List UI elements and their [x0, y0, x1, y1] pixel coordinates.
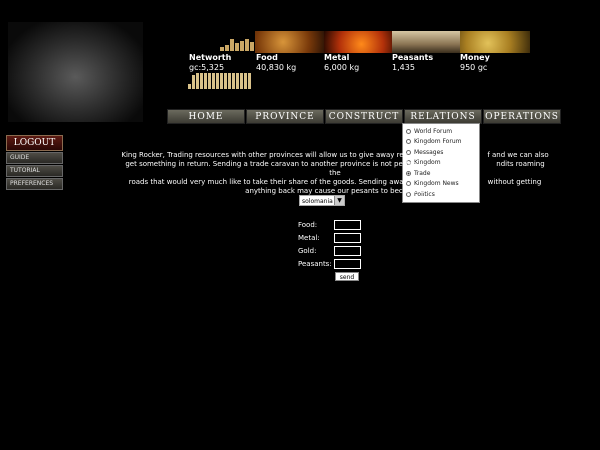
stat-money: Money 950 gc: [460, 53, 490, 73]
nav-home[interactable]: HOME: [167, 109, 245, 124]
gold-input[interactable]: [334, 246, 361, 256]
peasants-label: Peasants:: [298, 260, 332, 268]
nav-relations[interactable]: RELATIONS: [404, 109, 482, 124]
nav-construct[interactable]: CONSTRUCT: [325, 109, 403, 124]
msg-line: roads that would very much like to take …: [128, 178, 408, 186]
guide-link[interactable]: GUIDE: [6, 152, 63, 164]
msg-line: anything back may cause our pesants to b…: [245, 187, 425, 195]
radio-icon: [406, 139, 411, 145]
msg-line: get something in return. Sending a trade…: [125, 160, 417, 168]
province-select[interactable]: solomania ▼: [299, 195, 345, 206]
stat-metal: Metal 6,000 kg: [324, 53, 359, 73]
stat-money-value: 950 gc: [460, 63, 488, 72]
header-wagon-image: [8, 22, 143, 122]
metal-label: Metal:: [298, 234, 320, 242]
food-image: [255, 31, 325, 53]
stat-food-label: Food: [256, 53, 278, 62]
dropdown-kingdom-forum[interactable]: Kingdom Forum: [403, 137, 479, 148]
stat-food: Food 40,830 kg: [256, 53, 296, 73]
stats-strip: Networth gc:5,325 Food 40,830 kg Metal 6…: [186, 31, 558, 91]
gold-label: Gold:: [298, 247, 317, 255]
networth-history-bars: [188, 71, 251, 89]
networth-bars-image: [186, 31, 254, 53]
preferences-link[interactable]: PREFERENCES: [6, 178, 63, 190]
metal-image: [324, 31, 392, 53]
dropdown-label: World Forum: [414, 127, 453, 135]
stat-networth-label: Networth: [189, 53, 232, 62]
networth-bar-chart: [220, 33, 254, 51]
metal-input[interactable]: [334, 233, 361, 243]
main-nav: HOME PROVINCE CONSTRUCT RELATIONS OPERAT…: [167, 109, 562, 124]
stat-peasants: Peasants 1,435: [392, 53, 433, 73]
stat-money-label: Money: [460, 53, 490, 62]
peasants-input[interactable]: [334, 259, 361, 269]
radio-icon: [406, 128, 411, 134]
trade-intro-text: King Rocker, Trading resources with othe…: [120, 151, 550, 196]
food-input[interactable]: [334, 220, 361, 230]
chevron-down-icon: ▼: [334, 196, 344, 205]
msg-line: without getting: [487, 178, 542, 186]
stat-peasants-label: Peasants: [392, 53, 434, 62]
stat-peasants-value: 1,435: [392, 63, 415, 72]
stat-metal-value: 6,000 kg: [324, 63, 360, 72]
province-select-value: solomania: [302, 198, 333, 205]
logout-button[interactable]: LOGOUT: [6, 135, 63, 151]
peasants-image: [392, 31, 460, 53]
msg-line: f and we can also: [487, 151, 549, 159]
nav-province[interactable]: PROVINCE: [246, 109, 324, 124]
stat-food-value: 40,830 kg: [256, 63, 297, 72]
money-image: [460, 31, 530, 53]
send-button[interactable]: send: [335, 272, 359, 281]
msg-line: King Rocker, Trading resources with othe…: [121, 151, 408, 159]
left-menu: LOGOUT GUIDE TUTORIAL PREFERENCES: [6, 135, 63, 190]
stat-metal-label: Metal: [324, 53, 350, 62]
tutorial-link[interactable]: TUTORIAL: [6, 165, 63, 177]
food-label: Food:: [298, 221, 318, 229]
stat-networth: Networth gc:5,325: [189, 53, 231, 73]
dropdown-world-forum[interactable]: World Forum: [403, 126, 479, 137]
nav-operations[interactable]: OPERATIONS: [483, 109, 561, 124]
dropdown-label: Kingdom Forum: [414, 138, 462, 146]
